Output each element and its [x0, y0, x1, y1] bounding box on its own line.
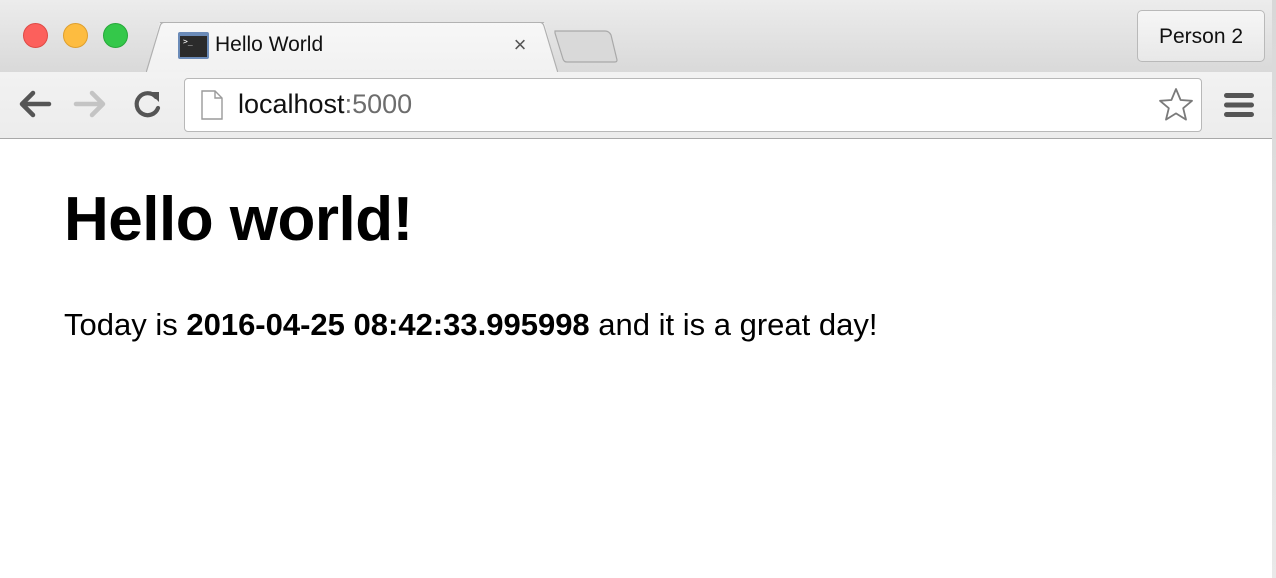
address-url[interactable]: localhost:5000 [238, 89, 412, 120]
date-sentence: Today is 2016-04-25 08:42:33.995998 and … [64, 307, 877, 343]
window-zoom-button[interactable] [103, 23, 128, 48]
arrow-right-icon[interactable] [72, 86, 108, 122]
date-value: 2016-04-25 08:42:33.995998 [186, 307, 590, 342]
close-icon[interactable]: × [508, 30, 532, 60]
reload-icon[interactable] [129, 86, 165, 122]
url-host: localhost [238, 89, 345, 119]
hamburger-menu-icon[interactable] [1222, 89, 1256, 121]
arrow-left-icon[interactable] [17, 86, 53, 122]
profile-button[interactable]: Person 2 [1137, 10, 1265, 62]
window-edge [1272, 0, 1276, 578]
new-tab-button[interactable] [553, 30, 619, 63]
window-close-button[interactable] [23, 23, 48, 48]
url-port: :5000 [344, 89, 413, 119]
window-minimize-button[interactable] [63, 23, 88, 48]
terminal-icon [178, 32, 209, 59]
date-suffix: and it is a great day! [589, 307, 878, 342]
tab-title: Hello World [215, 33, 324, 56]
star-outline-icon[interactable] [1157, 86, 1195, 124]
page-heading: Hello world! [64, 185, 413, 254]
date-prefix: Today is [64, 307, 187, 342]
page-icon [201, 90, 223, 120]
